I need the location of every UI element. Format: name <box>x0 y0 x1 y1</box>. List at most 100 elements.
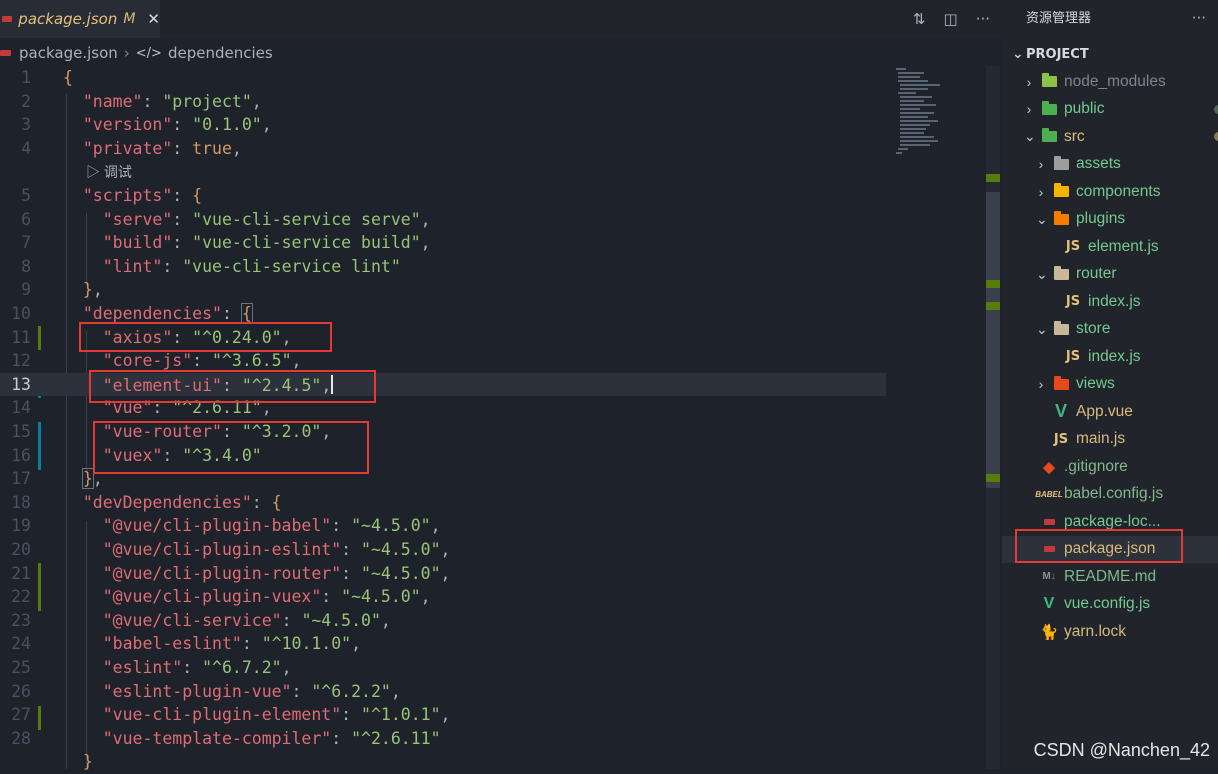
modified-badge: M <box>123 11 136 27</box>
markdown-icon: M↓ <box>1042 571 1056 582</box>
debug-codelens[interactable]: ▷ 调试 <box>86 162 132 182</box>
chevron-right-icon: › <box>1026 73 1032 90</box>
breadcrumb: package.json › </> dependencies <box>0 40 1002 66</box>
overview-marker <box>986 474 1000 482</box>
overview-marker <box>986 174 1000 182</box>
vue-config-icon: V <box>1043 595 1055 612</box>
js-file-icon: JS <box>1065 349 1081 364</box>
tree-file-readme[interactable]: M↓ README.md A <box>1002 563 1218 590</box>
folder-icon <box>1040 100 1058 115</box>
folder-icon <box>1052 183 1070 197</box>
folder-open-icon <box>1052 320 1070 335</box>
tree-file-gitignore[interactable]: ◆ .gitignore A <box>1002 453 1218 480</box>
tree-folder-components[interactable]: › components <box>1002 178 1218 205</box>
chevron-right-icon: › <box>1038 156 1044 172</box>
breadcrumb-file[interactable]: package.json <box>19 44 118 62</box>
code-line: 8 "lint": "vue-cli-service lint" <box>21 256 401 276</box>
tree-file-element-js[interactable]: JS element.js U <box>1002 233 1218 260</box>
folder-open-icon <box>1052 265 1070 280</box>
open-changes-icon[interactable]: ⇅ <box>913 10 926 28</box>
tree-folder-node-modules[interactable]: › node_modules <box>1002 68 1218 95</box>
yarn-icon: 🐈 <box>1039 623 1059 641</box>
chevron-right-icon: › <box>1026 101 1032 117</box>
code-line: 2 "name": "project", <box>21 91 262 111</box>
tree-folder-public[interactable]: › public <box>1002 96 1218 123</box>
tree-folder-views[interactable]: › views <box>1002 371 1218 398</box>
tab-package-json[interactable]: package.json M ✕ <box>0 0 160 38</box>
watermark: CSDN @Nanchen_42 <box>1033 740 1210 760</box>
git-icon: ◆ <box>1043 458 1055 476</box>
code-line: 22 "@vue/cli-plugin-vuex": "~4.5.0", <box>11 587 431 607</box>
tree-file-vue-config[interactable]: V vue.config.js U <box>1002 591 1218 618</box>
folder-icon <box>1052 375 1070 390</box>
tree-file-app-vue[interactable]: V App.vue M <box>1002 398 1218 425</box>
folder-icon <box>1040 73 1058 87</box>
editor-actions: ⇅ ◫ ··· <box>913 0 990 38</box>
tab-bar: package.json M ✕ ⇅ ◫ ··· <box>0 0 1002 38</box>
folder-icon <box>1052 155 1070 170</box>
chevron-down-icon: ⌄ <box>1012 46 1024 62</box>
tree-folder-src[interactable]: ⌄ src <box>1002 123 1218 150</box>
status-dot <box>1214 132 1218 141</box>
split-editor-icon[interactable]: ◫ <box>944 10 958 28</box>
tree-file-main-js[interactable]: JS main.js M <box>1002 426 1218 453</box>
code-editor[interactable]: 1{ 2 "name": "project", 3 "version": "0.… <box>0 66 1002 771</box>
js-file-icon: JS <box>1053 431 1069 447</box>
close-icon[interactable]: ✕ <box>147 10 160 28</box>
tree-file-yarn-lock[interactable]: 🐈 yarn.lock M <box>1002 618 1218 645</box>
project-section-header[interactable]: ⌄ PROJECT <box>1012 43 1089 65</box>
chevron-down-icon: ⌄ <box>1024 128 1036 144</box>
overview-marker <box>986 280 1000 288</box>
highlight-box-package-json <box>1015 529 1183 563</box>
chevron-right-icon: › <box>123 44 130 62</box>
highlight-box-router-vuex <box>93 421 369 474</box>
symbol-icon: </> <box>135 45 162 61</box>
npm-icon <box>1040 518 1058 525</box>
code-line: 23 "@vue/cli-service": "~4.5.0", <box>11 610 391 630</box>
code-line: 26 "eslint-plugin-vue": "^6.2.2", <box>11 681 401 701</box>
code-line: 19 "@vue/cli-plugin-babel": "~4.5.0", <box>11 516 441 536</box>
js-file-icon: JS <box>1065 239 1081 254</box>
tree-file-babel-config[interactable]: BABEL babel.config.js A <box>1002 481 1218 508</box>
code-line: 28 "vue-template-compiler": "^2.6.11" <box>11 728 441 748</box>
code-line: 4 "private": true, <box>21 138 242 158</box>
explorer-sidebar: 资源管理器 ··· ⌄ PROJECT › node_modules › publ… <box>1002 0 1218 769</box>
tree-file-store-index-js[interactable]: JS index.js U <box>1002 343 1218 370</box>
code-line: 24 "babel-eslint": "^10.1.0", <box>11 634 362 654</box>
code-line: 3 "version": "0.1.0", <box>21 115 272 135</box>
code-line: 1{ <box>21 68 73 87</box>
npm-icon <box>0 50 11 56</box>
code-line: 6 "serve": "vue-cli-service serve", <box>21 209 431 229</box>
highlight-box-axios <box>79 322 332 352</box>
code-line: 27 "vue-cli-plugin-element": "^1.0.1", <box>11 705 451 725</box>
folder-open-icon <box>1040 128 1058 142</box>
more-actions-icon[interactable]: ··· <box>976 10 990 28</box>
chevron-down-icon: ⌄ <box>1036 320 1048 337</box>
tree-folder-router[interactable]: ⌄ router <box>1002 261 1218 288</box>
status-dot <box>1214 104 1218 114</box>
babel-icon: BABEL <box>1035 489 1063 499</box>
code-line: 9 }, <box>21 280 103 300</box>
tree-folder-assets[interactable]: › assets <box>1002 151 1218 178</box>
code-line: 20 "@vue/cli-plugin-eslint": "~4.5.0", <box>11 540 451 559</box>
code-line: 21 "@vue/cli-plugin-router": "~4.5.0", <box>11 563 451 583</box>
scrollbar-thumb[interactable] <box>986 192 1000 488</box>
minimap[interactable] <box>894 66 984 166</box>
overview-marker <box>986 302 1000 310</box>
chevron-right-icon: › <box>1038 183 1044 200</box>
breadcrumb-symbol[interactable]: dependencies <box>168 44 273 62</box>
highlight-box-element-ui <box>89 370 376 403</box>
js-file-icon: JS <box>1065 294 1081 309</box>
chevron-down-icon: ⌄ <box>1036 210 1048 227</box>
code-line: 18 "devDependencies": { <box>11 492 282 512</box>
code-line: 25 "eslint": "^6.7.2", <box>11 658 292 677</box>
code-line: 5 "scripts": { <box>21 186 203 205</box>
more-actions-icon[interactable]: ··· <box>1192 0 1206 38</box>
folder-open-icon <box>1052 210 1070 225</box>
tree-folder-store[interactable]: ⌄ store <box>1002 316 1218 343</box>
code-line: 7 "build": "vue-cli-service build", <box>21 233 431 253</box>
explorer-title: 资源管理器 <box>1026 11 1092 26</box>
npm-icon <box>2 16 13 22</box>
tree-file-router-index-js[interactable]: JS index.js U <box>1002 288 1218 315</box>
tree-folder-plugins[interactable]: ⌄ plugins <box>1002 206 1218 233</box>
